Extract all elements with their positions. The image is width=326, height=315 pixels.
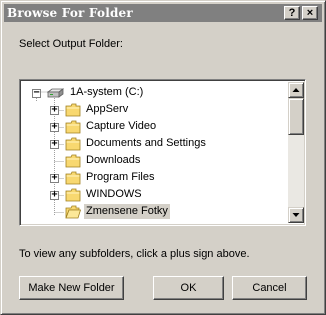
folder-icon (65, 188, 81, 202)
tree-item-label: Capture Video (86, 120, 157, 132)
expand-toggle[interactable]: + (50, 139, 59, 149)
subfolder-hint: To view any subfolders, click a plus sig… (19, 248, 250, 260)
expand-toggle[interactable]: + (50, 105, 59, 115)
scroll-down-button[interactable] (288, 207, 304, 223)
tree-item-label: AppServ (86, 103, 129, 115)
dialog-title: Browse For Folder (7, 6, 133, 20)
cancel-button[interactable]: Cancel (232, 276, 307, 300)
folder-icon (65, 171, 81, 185)
tree-item-documents-and-settings[interactable]: + Documents and Settings (20, 136, 286, 153)
drive-icon (46, 88, 64, 98)
folder-icon (65, 120, 81, 134)
collapse-toggle[interactable]: − (32, 88, 41, 98)
expand-toggle[interactable]: + (50, 173, 59, 183)
arrow-up-icon (292, 88, 300, 92)
scroll-thumb[interactable] (288, 98, 304, 135)
tree-item-label: Program Files (86, 171, 155, 183)
title-bar[interactable]: Browse For Folder ? × (4, 4, 322, 22)
tree-item-label: Downloads (86, 154, 141, 166)
tree-item-appserv[interactable]: + AppServ (20, 102, 286, 119)
open-folder-icon (65, 205, 81, 219)
tree-item-capture-video[interactable]: + Capture Video (20, 119, 286, 136)
tree-vertical-scrollbar[interactable] (288, 82, 304, 223)
tree-item-program-files[interactable]: + Program Files (20, 170, 286, 187)
ok-button[interactable]: OK (153, 276, 224, 300)
tree-item-label: Documents and Settings (86, 137, 206, 149)
folder-icon (65, 137, 81, 151)
folder-icon (65, 103, 81, 117)
scroll-up-button[interactable] (288, 82, 304, 98)
make-new-folder-button[interactable]: Make New Folder (19, 276, 124, 300)
tree-item-label: WINDOWS (86, 188, 142, 200)
arrow-down-icon (292, 213, 300, 217)
browse-for-folder-dialog: Browse For Folder ? × Select Output Fold… (0, 0, 326, 315)
close-button[interactable]: × (302, 6, 318, 20)
expand-toggle[interactable]: + (50, 122, 59, 132)
help-button[interactable]: ? (284, 6, 300, 20)
folder-tree[interactable]: − 1A-system (C:) + AppServ + Capture Vid… (19, 79, 306, 226)
expand-toggle[interactable]: + (50, 190, 59, 200)
tree-item-label: 1A-system (C:) (70, 86, 144, 98)
select-folder-prompt: Select Output Folder: (19, 38, 123, 50)
tree-item-windows[interactable]: + WINDOWS (20, 187, 286, 204)
tree-item-downloads[interactable]: Downloads (20, 153, 286, 170)
tree-item-label-selected: Zmensene Fotky (84, 204, 170, 219)
folder-icon (65, 154, 81, 168)
tree-item-zmensene-fotky[interactable]: Zmensene Fotky (20, 204, 286, 221)
tree-item-drive-c[interactable]: − 1A-system (C:) (20, 85, 286, 102)
